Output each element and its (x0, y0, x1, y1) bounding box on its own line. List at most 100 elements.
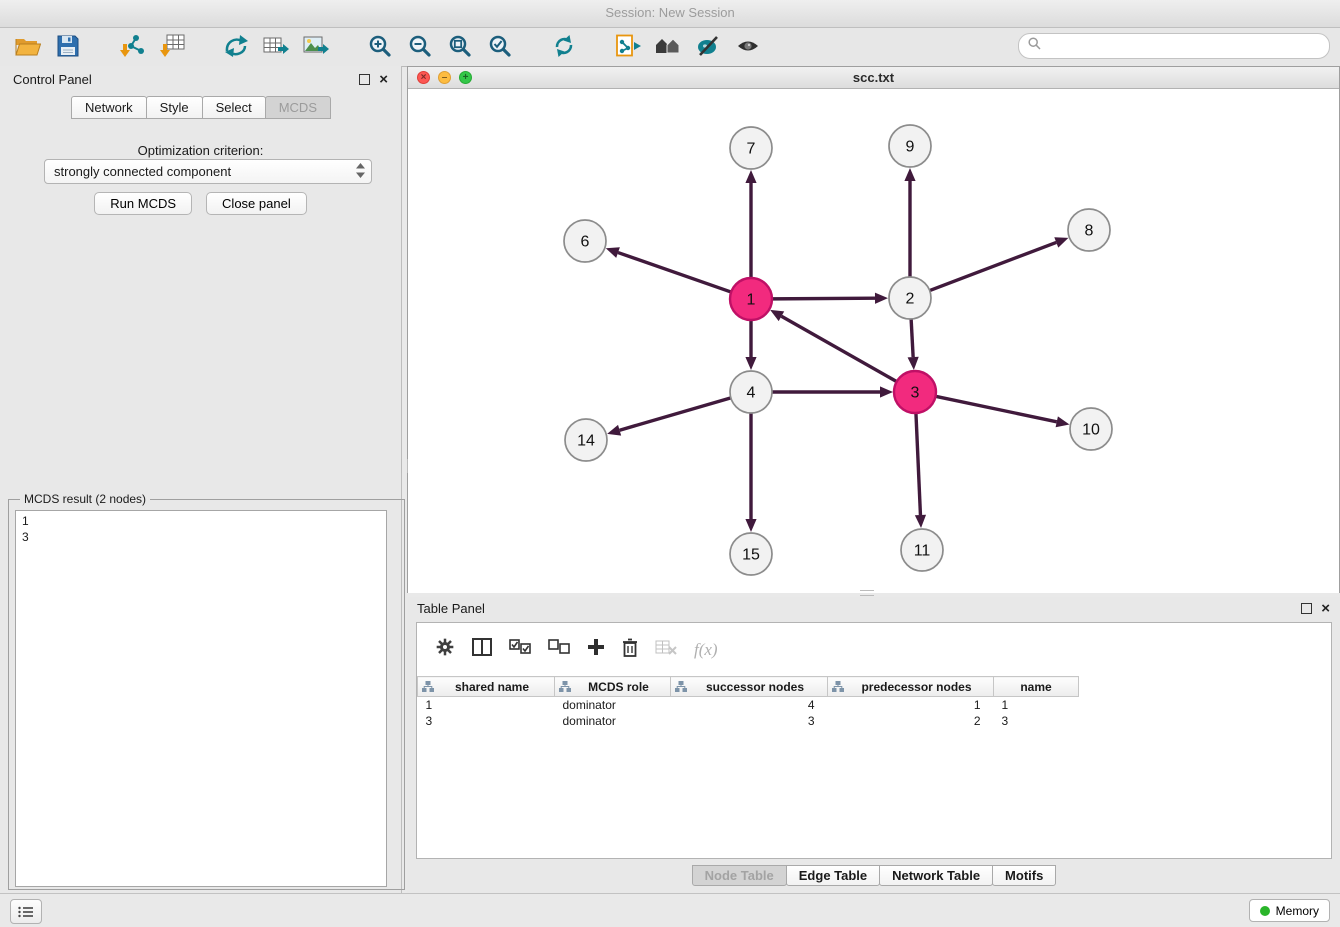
table-cell[interactable]: 1 (418, 697, 555, 714)
column-header-mcds-role[interactable]: MCDS role (555, 677, 671, 697)
edge-arrowhead-icon (606, 247, 620, 258)
memory-button[interactable]: Memory (1249, 899, 1330, 922)
tab-select[interactable]: Select (202, 96, 266, 119)
table-cell[interactable]: 1 (994, 697, 1079, 714)
first-neighbors-button[interactable] (648, 31, 688, 63)
save-button[interactable] (48, 31, 88, 63)
float-panel-icon[interactable] (359, 74, 370, 85)
network-node[interactable]: 11 (901, 529, 943, 571)
column-header-name[interactable]: name (994, 677, 1079, 697)
export-image-button[interactable] (296, 31, 336, 63)
tab-motifs[interactable]: Motifs (992, 865, 1056, 886)
close-panel-icon[interactable]: × (1321, 604, 1330, 613)
column-header-shared-name[interactable]: shared name (418, 677, 555, 697)
import-network-button[interactable] (112, 31, 152, 63)
table-row[interactable]: 1dominator411 (418, 697, 1079, 714)
network-edge[interactable] (618, 253, 731, 293)
network-edge[interactable] (916, 413, 921, 515)
table-row[interactable]: 3dominator323 (418, 713, 1079, 729)
tab-network-table[interactable]: Network Table (879, 865, 993, 886)
table-cell[interactable]: 1 (828, 697, 994, 714)
tab-edge-table[interactable]: Edge Table (786, 865, 880, 886)
select-all-icon[interactable] (509, 639, 531, 660)
network-node[interactable]: 1 (730, 278, 772, 320)
edge-arrowhead-icon (904, 168, 915, 181)
optimization-criterion-select[interactable]: strongly connected component (44, 159, 372, 184)
deselect-all-icon[interactable] (548, 639, 570, 660)
tab-style[interactable]: Style (146, 96, 203, 119)
edge-arrowhead-icon (875, 293, 888, 304)
function-builder-icon[interactable]: f(x) (694, 640, 718, 660)
style-brush-icon (696, 35, 720, 60)
tab-node-table[interactable]: Node Table (692, 865, 787, 886)
edge-arrowhead-icon (745, 170, 756, 183)
column-header-predecessor-nodes[interactable]: predecessor nodes (828, 677, 994, 697)
network-node[interactable]: 10 (1070, 408, 1112, 450)
table-header-row: shared name MCDS role successor nodes pr… (418, 677, 1079, 697)
network-edge[interactable] (620, 398, 731, 430)
delete-table-icon[interactable] (655, 639, 677, 660)
table-cell[interactable]: dominator (555, 697, 671, 714)
network-window-titlebar[interactable]: × – + scc.txt (408, 67, 1339, 89)
column-header-successor-nodes[interactable]: successor nodes (671, 677, 828, 697)
network-node[interactable]: 6 (564, 220, 606, 262)
mcds-result-list[interactable]: 1 3 (15, 510, 387, 887)
delete-column-icon[interactable] (622, 638, 638, 662)
tab-mcds[interactable]: MCDS (265, 96, 331, 119)
edge-arrowhead-icon (1056, 416, 1070, 427)
close-window-icon[interactable]: × (417, 71, 430, 84)
network-edge[interactable] (911, 319, 913, 357)
open-button[interactable] (8, 31, 48, 63)
table-cell[interactable]: 4 (671, 697, 828, 714)
tab-network[interactable]: Network (71, 96, 147, 119)
close-panel-button[interactable]: Close panel (206, 192, 307, 215)
network-edge[interactable] (772, 298, 875, 299)
style-button[interactable] (688, 31, 728, 63)
network-node[interactable]: 7 (730, 127, 772, 169)
run-mcds-button[interactable]: Run MCDS (94, 192, 192, 215)
network-edge[interactable] (930, 242, 1057, 290)
export-table-button[interactable] (256, 31, 296, 63)
network-edge[interactable] (936, 396, 1057, 421)
table-cell[interactable]: 2 (828, 713, 994, 729)
network-node[interactable]: 9 (889, 125, 931, 167)
zoom-out-icon (408, 34, 432, 61)
table-cell[interactable]: 3 (671, 713, 828, 729)
maximize-window-icon[interactable]: + (459, 71, 472, 84)
new-network-from-selection-button[interactable] (608, 31, 648, 63)
zoom-out-button[interactable] (400, 31, 440, 63)
network-edge[interactable] (781, 316, 896, 381)
table-cell[interactable]: 3 (418, 713, 555, 729)
minimize-window-icon[interactable]: – (438, 71, 451, 84)
network-node[interactable]: 4 (730, 371, 772, 413)
settings-gear-icon[interactable] (435, 637, 455, 662)
table-cell[interactable]: dominator (555, 713, 671, 729)
network-node[interactable]: 8 (1068, 209, 1110, 251)
network-node[interactable]: 2 (889, 277, 931, 319)
add-column-icon[interactable] (587, 638, 605, 661)
float-panel-icon[interactable] (1301, 603, 1312, 614)
network-node[interactable]: 15 (730, 533, 772, 575)
show-columns-icon[interactable] (472, 638, 492, 661)
network-node[interactable]: 14 (565, 419, 607, 461)
search-box[interactable] (1018, 33, 1330, 59)
task-history-button[interactable] (10, 899, 42, 924)
search-input[interactable] (1047, 38, 1320, 54)
edge-arrowhead-icon (745, 357, 756, 370)
network-node[interactable]: 3 (894, 371, 936, 413)
zoom-in-button[interactable] (360, 31, 400, 63)
panel-splitter-handle[interactable] (860, 590, 874, 596)
import-table-button[interactable] (152, 31, 192, 63)
zoom-selected-button[interactable] (480, 31, 520, 63)
node-label: 14 (577, 433, 595, 450)
close-panel-icon[interactable]: × (379, 75, 388, 84)
refresh-button[interactable] (544, 31, 584, 63)
network-canvas[interactable]: 7 9 6 8 1 2 4 3 14 10 15 11 (408, 89, 1339, 593)
export-network-button[interactable] (216, 31, 256, 63)
dropdown-stepper-icon (356, 163, 365, 181)
panel-splitter-handle[interactable] (401, 459, 408, 473)
mcds-result-legend: MCDS result (2 nodes) (20, 492, 150, 506)
show-hide-graphics-button[interactable] (728, 31, 768, 63)
zoom-fit-button[interactable] (440, 31, 480, 63)
table-cell[interactable]: 3 (994, 713, 1079, 729)
